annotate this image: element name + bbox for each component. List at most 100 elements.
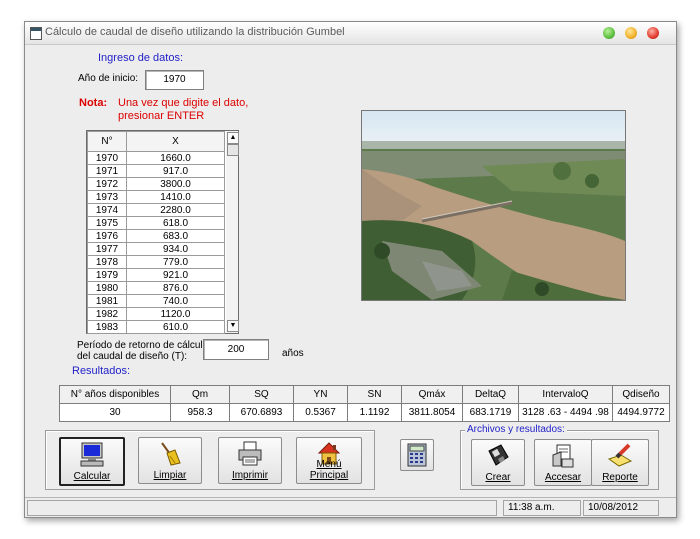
calculator-button[interactable]	[400, 439, 434, 471]
return-period-unit: años	[282, 348, 304, 359]
data-grid[interactable]: N° X 1970 1660.0 1971 917.0 1972 3800.0 1973 14…	[86, 130, 228, 334]
grid-cell-year[interactable]: 1971	[87, 164, 127, 178]
scroll-up-arrow-icon[interactable]: ▲	[227, 132, 239, 144]
title-bar: Cálculo de caudal de diseño utilizando l…	[25, 22, 676, 45]
grid-cell-year[interactable]: 1974	[87, 203, 127, 217]
grid-cell-year[interactable]: 1972	[87, 177, 127, 191]
grid-scrollbar[interactable]: ▲ ▼	[226, 130, 239, 334]
status-time: 11:38 a.m.	[503, 500, 581, 516]
close-button[interactable]	[647, 27, 659, 39]
grid-cell-value[interactable]: 876.0	[126, 281, 225, 295]
grid-header-x: X	[126, 131, 225, 152]
grid-cell-year[interactable]: 1976	[87, 229, 127, 243]
results-value-cell: 4494.9772	[612, 403, 670, 422]
results-header-cell: YN	[293, 385, 348, 404]
grid-row[interactable]: 1983 610.0	[87, 320, 225, 334]
files-group-title: Archivos y resultados:	[465, 424, 567, 435]
broom-icon	[161, 442, 181, 466]
note-text-line2: presionar ENTER	[118, 110, 205, 122]
crear-label: Crear	[485, 472, 511, 483]
grid-row[interactable]: 1974 2280.0	[87, 203, 225, 217]
river-photo-image	[362, 111, 625, 300]
results-value-cell: 958.3	[170, 403, 230, 422]
start-year-label: Año de inicio:	[78, 73, 139, 84]
grid-cell-value[interactable]: 740.0	[126, 294, 225, 308]
grid-cell-year[interactable]: 1973	[87, 190, 127, 204]
grid-row[interactable]: 1980 876.0	[87, 281, 225, 295]
grid-cell-year[interactable]: 1975	[87, 216, 127, 230]
results-value-row: 30 958.3 670.6893 0.5367 1.1192 3811.8054 683.…	[59, 403, 670, 422]
reporte-button[interactable]: Reporte	[591, 439, 649, 486]
grid-cell-value[interactable]: 1660.0	[126, 151, 225, 165]
river-photo	[361, 110, 626, 301]
results-header-cell: SN	[347, 385, 402, 404]
results-header-cell: Qm	[170, 385, 230, 404]
note-label: Nota:	[79, 97, 108, 109]
results-header-cell: Qdiseño	[612, 385, 670, 404]
disk-icon	[488, 444, 509, 466]
grid-cell-year[interactable]: 1980	[87, 281, 127, 295]
results-header-cell: SQ	[229, 385, 294, 404]
results-header-cell: N° años disponibles	[59, 385, 171, 404]
printer-icon	[238, 441, 262, 466]
grid-row[interactable]: 1971 917.0	[87, 164, 225, 178]
maximize-button[interactable]	[603, 27, 615, 39]
grid-row[interactable]: 1975 618.0	[87, 216, 225, 230]
menu-principal-button[interactable]: Menú Principal	[296, 437, 362, 484]
imprimir-button[interactable]: Imprimir	[218, 437, 282, 484]
status-bar: 11:38 a.m. 10/08/2012	[25, 497, 676, 517]
status-panel-main	[27, 500, 497, 516]
grid-row[interactable]: 1973 1410.0	[87, 190, 225, 204]
grid-cell-value[interactable]: 1120.0	[126, 307, 225, 321]
grid-cell-year[interactable]: 1981	[87, 294, 127, 308]
results-value-cell: 3128 .63 - 4494 .98	[518, 403, 613, 422]
results-value-cell: 30	[59, 403, 171, 422]
start-year-input[interactable]: 1970	[145, 70, 204, 90]
grid-row[interactable]: 1978 779.0	[87, 255, 225, 269]
grid-row[interactable]: 1977 934.0	[87, 242, 225, 256]
report-pencil-icon	[607, 443, 633, 467]
window-title: Cálculo de caudal de diseño utilizando l…	[45, 26, 345, 38]
grid-row[interactable]: 1976 683.0	[87, 229, 225, 243]
minimize-button[interactable]	[625, 27, 637, 39]
grid-cell-value[interactable]: 934.0	[126, 242, 225, 256]
grid-row[interactable]: 1979 921.0	[87, 268, 225, 282]
calcular-label: Calcular	[73, 471, 111, 482]
grid-cell-value[interactable]: 3800.0	[126, 177, 225, 191]
results-value-cell: 683.1719	[462, 403, 519, 422]
limpiar-label: Limpiar	[153, 470, 187, 481]
grid-row[interactable]: 1982 1120.0	[87, 307, 225, 321]
grid-cell-value[interactable]: 683.0	[126, 229, 225, 243]
results-value-cell: 670.6893	[229, 403, 294, 422]
grid-cell-value[interactable]: 610.0	[126, 320, 225, 334]
grid-row[interactable]: 1970 1660.0	[87, 151, 225, 165]
computer-icon	[80, 442, 104, 467]
results-table: N° años disponibles Qm SQ YN SN Qmáx DeltaQ Int…	[59, 385, 670, 422]
grid-row[interactable]: 1981 740.0	[87, 294, 225, 308]
grid-cell-value[interactable]: 921.0	[126, 268, 225, 282]
grid-cell-value[interactable]: 618.0	[126, 216, 225, 230]
note-text-line1: Una vez que digite el dato,	[118, 97, 249, 109]
limpiar-button[interactable]: Limpiar	[138, 437, 202, 484]
calcular-button[interactable]: Calcular	[59, 437, 125, 486]
grid-cell-year[interactable]: 1978	[87, 255, 127, 269]
grid-cell-value[interactable]: 917.0	[126, 164, 225, 178]
grid-row[interactable]: 1972 3800.0	[87, 177, 225, 191]
scroll-thumb[interactable]	[227, 144, 239, 156]
grid-cell-year[interactable]: 1979	[87, 268, 127, 282]
grid-cell-year[interactable]: 1970	[87, 151, 127, 165]
grid-cell-value[interactable]: 1410.0	[126, 190, 225, 204]
grid-cell-year[interactable]: 1983	[87, 320, 127, 334]
menu-principal-label: Menú Principal	[309, 459, 349, 481]
grid-cell-year[interactable]: 1977	[87, 242, 127, 256]
return-period-label: Período de retorno de cálculo del caudal…	[77, 340, 208, 362]
crear-button[interactable]: Crear	[471, 439, 525, 486]
calculator-icon	[407, 443, 427, 467]
return-period-input[interactable]: 200	[203, 339, 269, 360]
accesar-button[interactable]: Accesar	[534, 439, 592, 486]
grid-cell-value[interactable]: 2280.0	[126, 203, 225, 217]
grid-cell-year[interactable]: 1982	[87, 307, 127, 321]
results-header-cell: DeltaQ	[462, 385, 519, 404]
scroll-down-arrow-icon[interactable]: ▼	[227, 320, 239, 332]
grid-cell-value[interactable]: 779.0	[126, 255, 225, 269]
